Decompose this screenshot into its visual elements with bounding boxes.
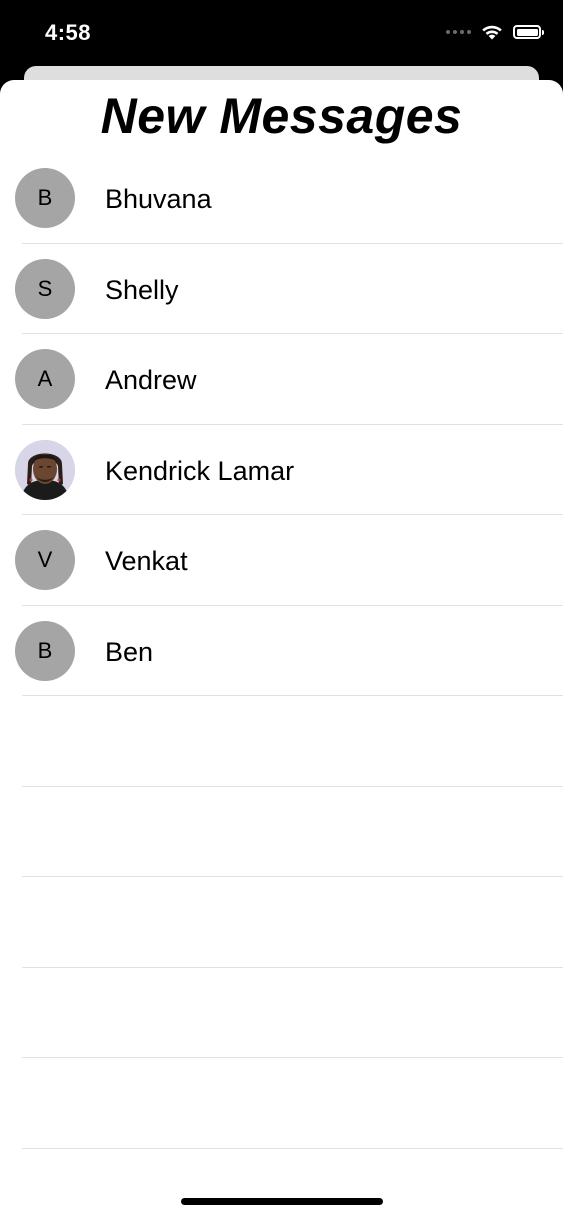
contact-row-kendrick-lamar[interactable]: Kendrick Lamar bbox=[0, 425, 563, 515]
empty-row bbox=[0, 1058, 563, 1149]
status-bar: 4:58 bbox=[0, 0, 563, 66]
page-title: New Messages bbox=[100, 88, 463, 144]
empty-row bbox=[0, 877, 563, 968]
contact-list: B Bhuvana S Shelly A Andrew Kendrick Lam… bbox=[0, 153, 563, 1149]
contact-row-venkat[interactable]: V Venkat bbox=[0, 515, 563, 606]
contact-name: Ben bbox=[105, 636, 154, 667]
contact-row-ben[interactable]: B Ben bbox=[0, 606, 563, 696]
home-indicator[interactable] bbox=[181, 1198, 383, 1205]
contact-name: Venkat bbox=[105, 546, 188, 576]
cellular-signal-icon bbox=[446, 30, 471, 34]
empty-row bbox=[0, 696, 563, 787]
contact-name: Kendrick Lamar bbox=[105, 455, 295, 486]
empty-row bbox=[0, 787, 563, 877]
status-time: 4:58 bbox=[45, 20, 92, 45]
avatar: B bbox=[15, 168, 75, 228]
battery-icon bbox=[513, 25, 544, 39]
avatar-photo bbox=[15, 439, 75, 500]
new-messages-sheet: New Messages B Bhuvana S Shelly A Andrew bbox=[0, 80, 563, 1218]
contact-row-bhuvana[interactable]: B Bhuvana bbox=[0, 153, 563, 244]
avatar: B bbox=[15, 620, 75, 681]
avatar: V bbox=[15, 530, 75, 590]
status-icons bbox=[446, 24, 544, 40]
wifi-icon bbox=[482, 25, 502, 40]
contact-row-shelly[interactable]: S Shelly bbox=[0, 244, 563, 334]
contact-name: Bhuvana bbox=[105, 184, 212, 214]
row-divider bbox=[22, 1147, 563, 1149]
contact-row-andrew[interactable]: A Andrew bbox=[0, 334, 563, 425]
contact-name: Andrew bbox=[105, 365, 197, 395]
avatar: S bbox=[15, 258, 75, 319]
portrait-image bbox=[15, 439, 75, 500]
avatar: A bbox=[15, 349, 75, 409]
empty-row bbox=[0, 968, 563, 1058]
contact-name: Shelly bbox=[105, 274, 179, 305]
